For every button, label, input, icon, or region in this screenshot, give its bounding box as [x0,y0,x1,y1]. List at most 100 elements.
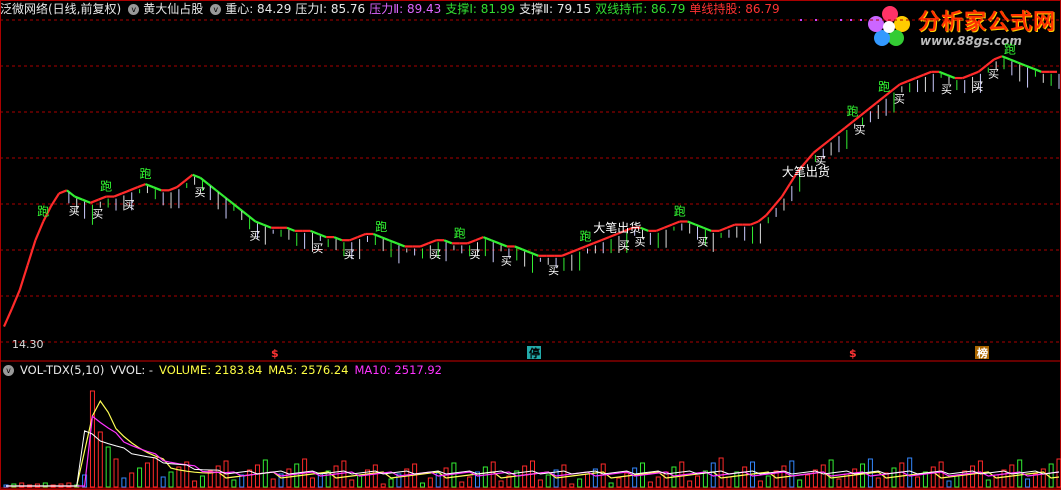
buy-signal-label: 买 [312,242,323,255]
price-line-segment [357,232,366,239]
price-line-segment [514,245,524,251]
price-low-label: 14.30 [12,338,44,351]
run-signal-label: 跑 [375,220,387,234]
price-line-segment [687,220,696,226]
buy-signal-label: 买 [69,205,80,218]
price-line-segment [993,55,1003,61]
volume-bar [585,473,591,488]
signal-dot [850,19,852,21]
volume-header: v VOL-TDX(5,10) VVOL: - VOLUME: 2183.84 MA5:… [0,362,1061,378]
price-line-segment [750,220,759,226]
price-line-segment [215,189,225,198]
volume-bar [89,390,95,488]
price-line-segment [757,214,767,223]
price-line-segment [718,226,728,232]
volume-bar [357,474,363,488]
volume-indicator-name[interactable]: VOL-TDX(5,10) [20,363,104,377]
volume-bar [875,477,881,488]
volume-bar [860,463,866,488]
price-line-segment [380,236,390,242]
volume-bar [899,462,905,488]
buy-signal-label: 买 [894,92,905,105]
volume-bar [687,480,693,488]
volume-bar [805,474,811,488]
volume-bar [954,475,960,488]
volume-bar [286,468,292,488]
volume-bar [247,469,253,488]
price-line-segment [262,223,272,229]
price-line-segment [427,239,437,245]
price-line-segment [349,236,359,242]
volume-bar [129,472,135,488]
run-signal-label: 跑 [454,226,466,240]
volume-bar [1048,463,1054,488]
volume-bar [254,464,260,488]
signal-dot [815,19,817,21]
volume-bar [883,472,889,488]
buy-signal-label: 买 [635,236,646,249]
volume-bar [459,481,465,488]
volume-bar [270,478,276,488]
price-line-segment [223,195,233,204]
price-line-segment [907,77,916,83]
volume-bar [938,461,944,488]
volume-bar [467,476,473,488]
price-line-segment [585,242,594,248]
volume-bar [647,481,653,488]
vvol-value: VVOL: - [110,363,154,377]
buy-signal-label: 买 [988,67,999,80]
price-line-segment [333,236,343,242]
price-line-segment [239,208,249,217]
volume-bar [498,480,504,488]
run-signal-label: 跑 [878,80,890,94]
price-line-segment [10,289,21,310]
volume-bar [144,462,150,488]
buy-signal-label: 买 [469,248,480,261]
volume-bar [199,475,205,488]
volume-bar [608,482,614,488]
volume-bar [427,477,433,488]
price-line-segment [199,176,209,185]
price-line-segment [145,183,154,189]
volume-bar [372,464,378,488]
circle-icon[interactable]: v [3,365,14,376]
big-sell-label: 大笔出货 [782,164,830,179]
volume-bar [946,480,952,488]
price-line-segment [600,236,610,242]
volume-bar [537,479,543,488]
price-line-segment [867,102,877,111]
volume-bar [388,478,394,488]
buy-signal-label: 买 [194,186,205,199]
price-line-segment [1001,55,1011,61]
volume-bar [105,446,111,488]
price-line-segment [396,242,406,248]
price-line-segment [168,186,178,192]
price-line-segment [915,73,924,80]
price-line-segment [970,70,979,76]
price-line-segment [184,173,194,182]
price-line-segment [977,64,987,73]
price-line-segment [923,70,932,76]
volume-bar [930,466,936,488]
buy-signal-label: 买 [430,248,441,261]
volume-bar [852,468,858,488]
price-line-segment [176,180,186,189]
price-line-segment [498,242,508,248]
volume-bar [820,464,826,488]
price-line-segment [773,195,783,207]
ma-yellow-line [6,399,1060,487]
price-line-segment [781,183,791,198]
price-line-segment [2,308,13,328]
volume-bar [1025,478,1031,488]
run-signal-label: 跑 [139,167,151,181]
signal-dot [840,19,842,21]
price-line-segment [1033,67,1042,73]
price-line-segment [317,232,327,239]
price-line-segment [561,251,571,257]
volume-bar [632,467,638,488]
price-line-segment [286,226,296,232]
signal-dot [800,19,802,21]
big-sell-label: 大笔出货 [593,220,641,235]
volume-bar [695,475,701,488]
price-line-segment [475,236,484,242]
